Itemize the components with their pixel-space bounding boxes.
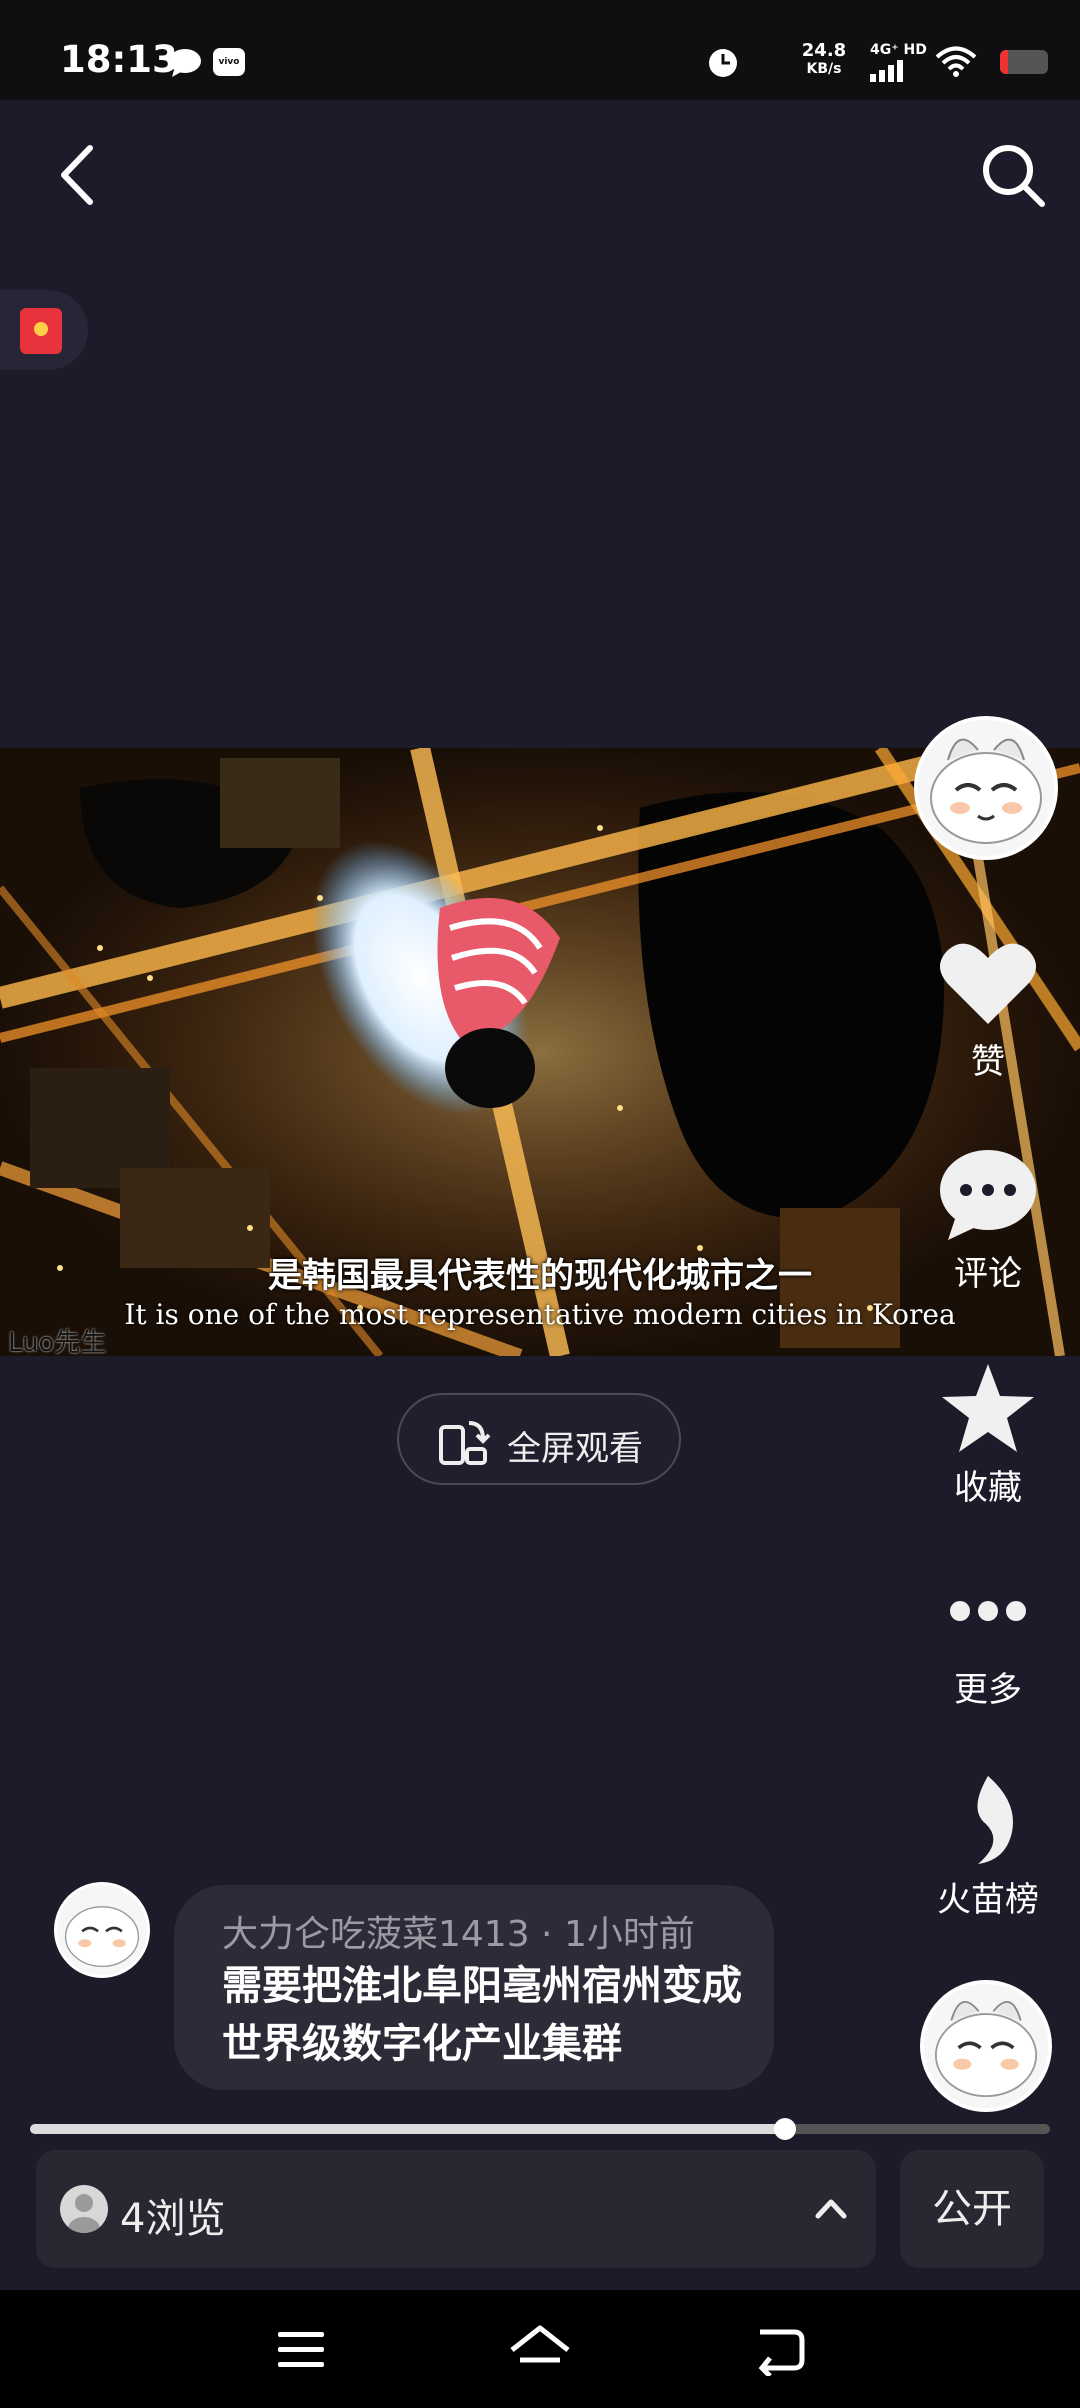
fullscreen-label: 全屏观看 <box>507 1429 643 1469</box>
comment-label: 评论 <box>954 1254 1022 1294</box>
status-bar: 18:13 vivo 24.8 KB/s 4G⁺ HD <box>0 0 1080 100</box>
network-type: 4G⁺ HD <box>870 42 927 58</box>
more-dots-icon <box>950 1601 1026 1621</box>
red-packet-icon <box>20 308 62 354</box>
more-label: 更多 <box>954 1670 1022 1710</box>
vivo-icon: vivo <box>213 48 245 76</box>
menu-icon[interactable] <box>276 2330 326 2370</box>
progress-fill <box>30 2124 785 2134</box>
more-button[interactable]: 更多 <box>918 1586 1058 1711</box>
signal-icon <box>870 60 903 82</box>
cartoon-avatar-icon <box>57 1885 147 1975</box>
message-icon <box>168 48 202 82</box>
views-panel[interactable]: 4浏览 <box>36 2150 876 2268</box>
comment-icon <box>940 1150 1036 1240</box>
home-icon[interactable] <box>508 2324 572 2376</box>
video-watermark: Luo先生 <box>8 1328 107 1358</box>
chevron-left-icon <box>61 145 93 205</box>
viewer-avatar-icon <box>60 2185 108 2233</box>
cartoon-avatar-icon <box>924 1984 1048 2108</box>
back-button[interactable] <box>50 140 110 210</box>
alarm-icon <box>709 49 737 77</box>
system-nav-bar <box>0 2290 1080 2408</box>
flame-icon <box>977 1776 1013 1864</box>
like-button[interactable]: 赞 <box>918 936 1058 1083</box>
cartoon-avatar-icon <box>918 720 1054 856</box>
search-icon <box>983 145 1045 207</box>
commenter-avatar[interactable] <box>54 1882 150 1978</box>
heart-icon <box>940 943 1036 1024</box>
video-progress-bar[interactable] <box>30 2118 1050 2140</box>
author-avatar[interactable] <box>914 716 1058 860</box>
network-speed: 24.8 KB/s <box>801 40 847 78</box>
music-avatar[interactable] <box>920 1980 1052 2112</box>
public-button[interactable]: 公开 <box>900 2150 1044 2268</box>
comment-author-meta: 大力仑吃菠菜1413 · 1小时前 <box>222 1914 695 1955</box>
wifi-icon <box>935 46 977 77</box>
views-count: 4浏览 <box>120 2196 226 2242</box>
hot-rank-button[interactable]: 火苗榜 <box>918 1772 1058 1921</box>
red-packet-button[interactable] <box>0 290 88 370</box>
star-icon <box>942 1364 1034 1452</box>
like-label: 赞 <box>971 1042 1005 1082</box>
comment-text: 需要把淮北阜阳亳州宿州变成世界级数字化产业集群 <box>222 1963 742 2067</box>
comment-button[interactable]: 评论 <box>918 1146 1058 1295</box>
search-button[interactable] <box>978 140 1048 210</box>
comment-bubble[interactable]: 大力仑吃菠菜1413 · 1小时前 需要把淮北阜阳亳州宿州变成世界级数字化产业集… <box>174 1885 774 2090</box>
chevron-up-icon[interactable] <box>806 2184 856 2234</box>
progress-knob[interactable] <box>773 2118 796 2140</box>
status-time: 18:13 <box>60 38 178 81</box>
battery-icon <box>1000 50 1048 74</box>
hot-rank-label: 火苗榜 <box>937 1880 1039 1920</box>
fullscreen-button[interactable]: 全屏观看 <box>397 1393 681 1485</box>
video-subtitle-en: It is one of the most representative mod… <box>124 1298 956 1331</box>
favorite-button[interactable]: 收藏 <box>918 1360 1058 1509</box>
favorite-label: 收藏 <box>954 1468 1022 1508</box>
back-nav-icon[interactable] <box>754 2324 806 2376</box>
rotate-screen-icon <box>439 1421 491 1465</box>
